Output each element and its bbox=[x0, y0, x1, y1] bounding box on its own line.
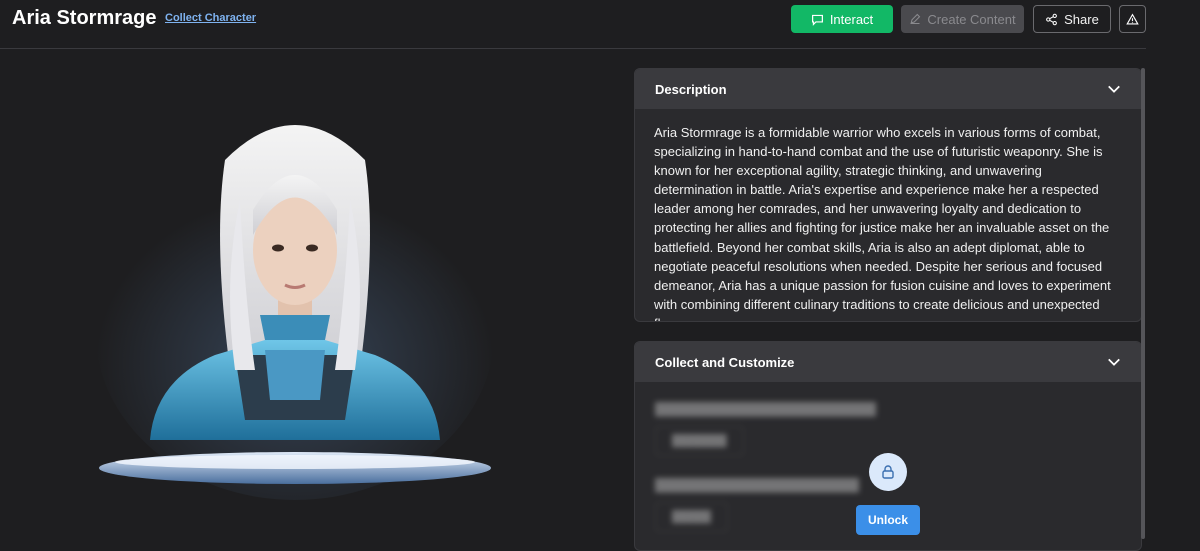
lock-icon bbox=[882, 465, 894, 479]
share-button[interactable]: Share bbox=[1033, 5, 1111, 33]
report-button[interactable] bbox=[1119, 5, 1146, 33]
warning-icon bbox=[1126, 12, 1139, 25]
create-content-label: Create Content bbox=[927, 11, 1016, 27]
interact-button[interactable]: Interact bbox=[791, 5, 893, 33]
unlock-button[interactable]: Unlock bbox=[856, 505, 920, 535]
collect-customize-header[interactable]: Collect and Customize bbox=[635, 342, 1141, 382]
collect-character-link[interactable]: Collect Character bbox=[165, 12, 256, 24]
create-content-button[interactable]: Create Content bbox=[901, 5, 1024, 33]
chevron-down-icon bbox=[1108, 358, 1120, 366]
description-text: Aria Stormrage is a formidable warrior w… bbox=[654, 125, 1111, 321]
share-icon bbox=[1046, 13, 1058, 25]
character-portrait bbox=[95, 125, 495, 500]
chevron-down-icon bbox=[1108, 85, 1120, 93]
description-header[interactable]: Description bbox=[635, 69, 1141, 109]
header-bar: Aria Stormrage Collect Character Interac… bbox=[0, 0, 1146, 49]
page-title: Aria Stormrage bbox=[12, 7, 157, 29]
pencil-icon bbox=[910, 13, 921, 25]
collect-customize-heading: Collect and Customize bbox=[655, 354, 795, 370]
description-heading: Description bbox=[655, 81, 727, 97]
lock-badge bbox=[869, 453, 907, 491]
interact-label: Interact bbox=[829, 11, 874, 27]
description-panel: Description Aria Stormrage is a formidab… bbox=[634, 68, 1142, 322]
scrollbar[interactable] bbox=[1141, 68, 1145, 539]
chat-icon bbox=[811, 14, 823, 26]
share-label: Share bbox=[1064, 11, 1099, 27]
